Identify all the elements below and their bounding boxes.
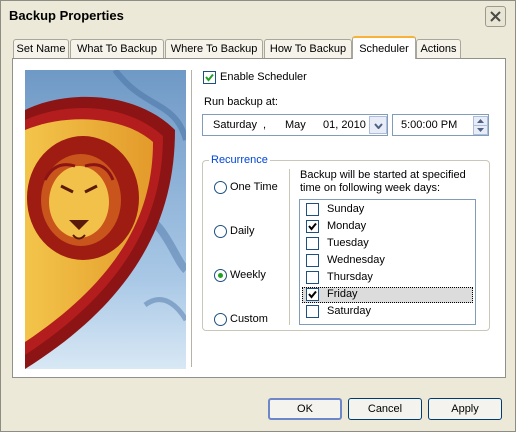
- thursday-checkbox[interactable]: [306, 271, 319, 284]
- list-item-saturday[interactable]: Saturday: [302, 304, 473, 320]
- time-spin-down[interactable]: [473, 125, 488, 135]
- radio-one-time[interactable]: [214, 181, 227, 194]
- monday-checkbox[interactable]: [306, 220, 319, 233]
- check-icon: [308, 290, 317, 299]
- list-item-friday[interactable]: Friday: [302, 287, 473, 303]
- date-day-year: 01, 2010: [323, 119, 366, 131]
- list-item-tuesday[interactable]: Tuesday: [302, 236, 473, 252]
- enable-scheduler-checkbox[interactable]: [203, 71, 216, 84]
- arrow-up-icon: [477, 119, 484, 123]
- backup-properties-window: Backup Properties Set Name What To Backu…: [0, 0, 516, 432]
- tab-how-to-backup[interactable]: How To Backup: [264, 39, 352, 58]
- radio-weekly[interactable]: [214, 269, 227, 282]
- date-month: May: [285, 119, 306, 131]
- tab-actions[interactable]: Actions: [416, 39, 461, 58]
- saturday-checkbox[interactable]: [306, 305, 319, 318]
- list-item-wednesday[interactable]: Wednesday: [302, 253, 473, 269]
- weekday-caption: Backup will be started at specified time…: [300, 169, 466, 194]
- sunday-checkbox[interactable]: [306, 203, 319, 216]
- friday-label: Friday: [327, 288, 358, 300]
- radio-one-time-label[interactable]: One Time: [230, 181, 278, 193]
- sunday-label: Sunday: [327, 203, 365, 215]
- friday-checkbox[interactable]: [306, 288, 319, 301]
- close-icon: [490, 11, 501, 22]
- wednesday-checkbox[interactable]: [306, 254, 319, 267]
- radio-custom-label[interactable]: Custom: [230, 313, 268, 325]
- backup-time-field[interactable]: 5:00:00 PM: [392, 114, 489, 136]
- tuesday-checkbox[interactable]: [306, 237, 319, 250]
- recurrence-divider: [289, 169, 290, 325]
- arrow-down-icon: [477, 128, 484, 132]
- radio-daily[interactable]: [214, 225, 227, 238]
- list-item-sunday[interactable]: Sunday: [302, 202, 473, 218]
- apply-button[interactable]: Apply: [428, 398, 502, 420]
- check-icon: [205, 73, 214, 82]
- thursday-label: Thursday: [327, 271, 373, 283]
- radio-selected-dot: [218, 273, 223, 278]
- tab-set-name[interactable]: Set Name: [13, 39, 69, 58]
- date-separator: ,: [263, 119, 267, 131]
- enable-scheduler-label[interactable]: Enable Scheduler: [220, 71, 307, 83]
- date-dropdown-button[interactable]: [369, 116, 387, 134]
- tab-where-to-backup[interactable]: Where To Backup: [165, 39, 263, 58]
- backup-date-picker[interactable]: Saturday , May 01, 2010: [202, 114, 388, 136]
- chevron-down-icon: [374, 123, 383, 129]
- radio-daily-label[interactable]: Daily: [230, 225, 254, 237]
- tab-what-to-backup[interactable]: What To Backup: [70, 39, 164, 58]
- list-item-monday[interactable]: Monday: [302, 219, 473, 235]
- weekday-checklist: Sunday Monday Tuesday Wednesday Thursday…: [299, 199, 476, 325]
- tuesday-label: Tuesday: [327, 237, 369, 249]
- time-value: 5:00:00 PM: [401, 119, 458, 131]
- check-icon: [308, 222, 317, 231]
- ok-button[interactable]: OK: [268, 398, 342, 420]
- close-button[interactable]: [485, 6, 506, 27]
- tab-scheduler[interactable]: Scheduler: [352, 36, 416, 59]
- monday-label: Monday: [327, 220, 367, 232]
- radio-weekly-label[interactable]: Weekly: [230, 269, 266, 281]
- recurrence-title: Recurrence: [209, 154, 270, 166]
- radio-custom[interactable]: [214, 313, 227, 326]
- lion-shield-image: [25, 70, 186, 369]
- date-weekday: Saturday: [213, 119, 258, 131]
- window-title: Backup Properties: [9, 8, 124, 23]
- vertical-divider: [191, 70, 192, 367]
- saturday-label: Saturday: [327, 305, 372, 317]
- lion-crest-icon: [25, 70, 186, 369]
- cancel-button[interactable]: Cancel: [348, 398, 422, 420]
- scheduler-panel: Enable Scheduler Run backup at: Saturday…: [12, 58, 506, 378]
- title-bar: Backup Properties: [1, 1, 515, 32]
- wednesday-label: Wednesday: [327, 254, 385, 266]
- run-backup-label: Run backup at:: [204, 96, 278, 108]
- list-item-thursday[interactable]: Thursday: [302, 270, 473, 286]
